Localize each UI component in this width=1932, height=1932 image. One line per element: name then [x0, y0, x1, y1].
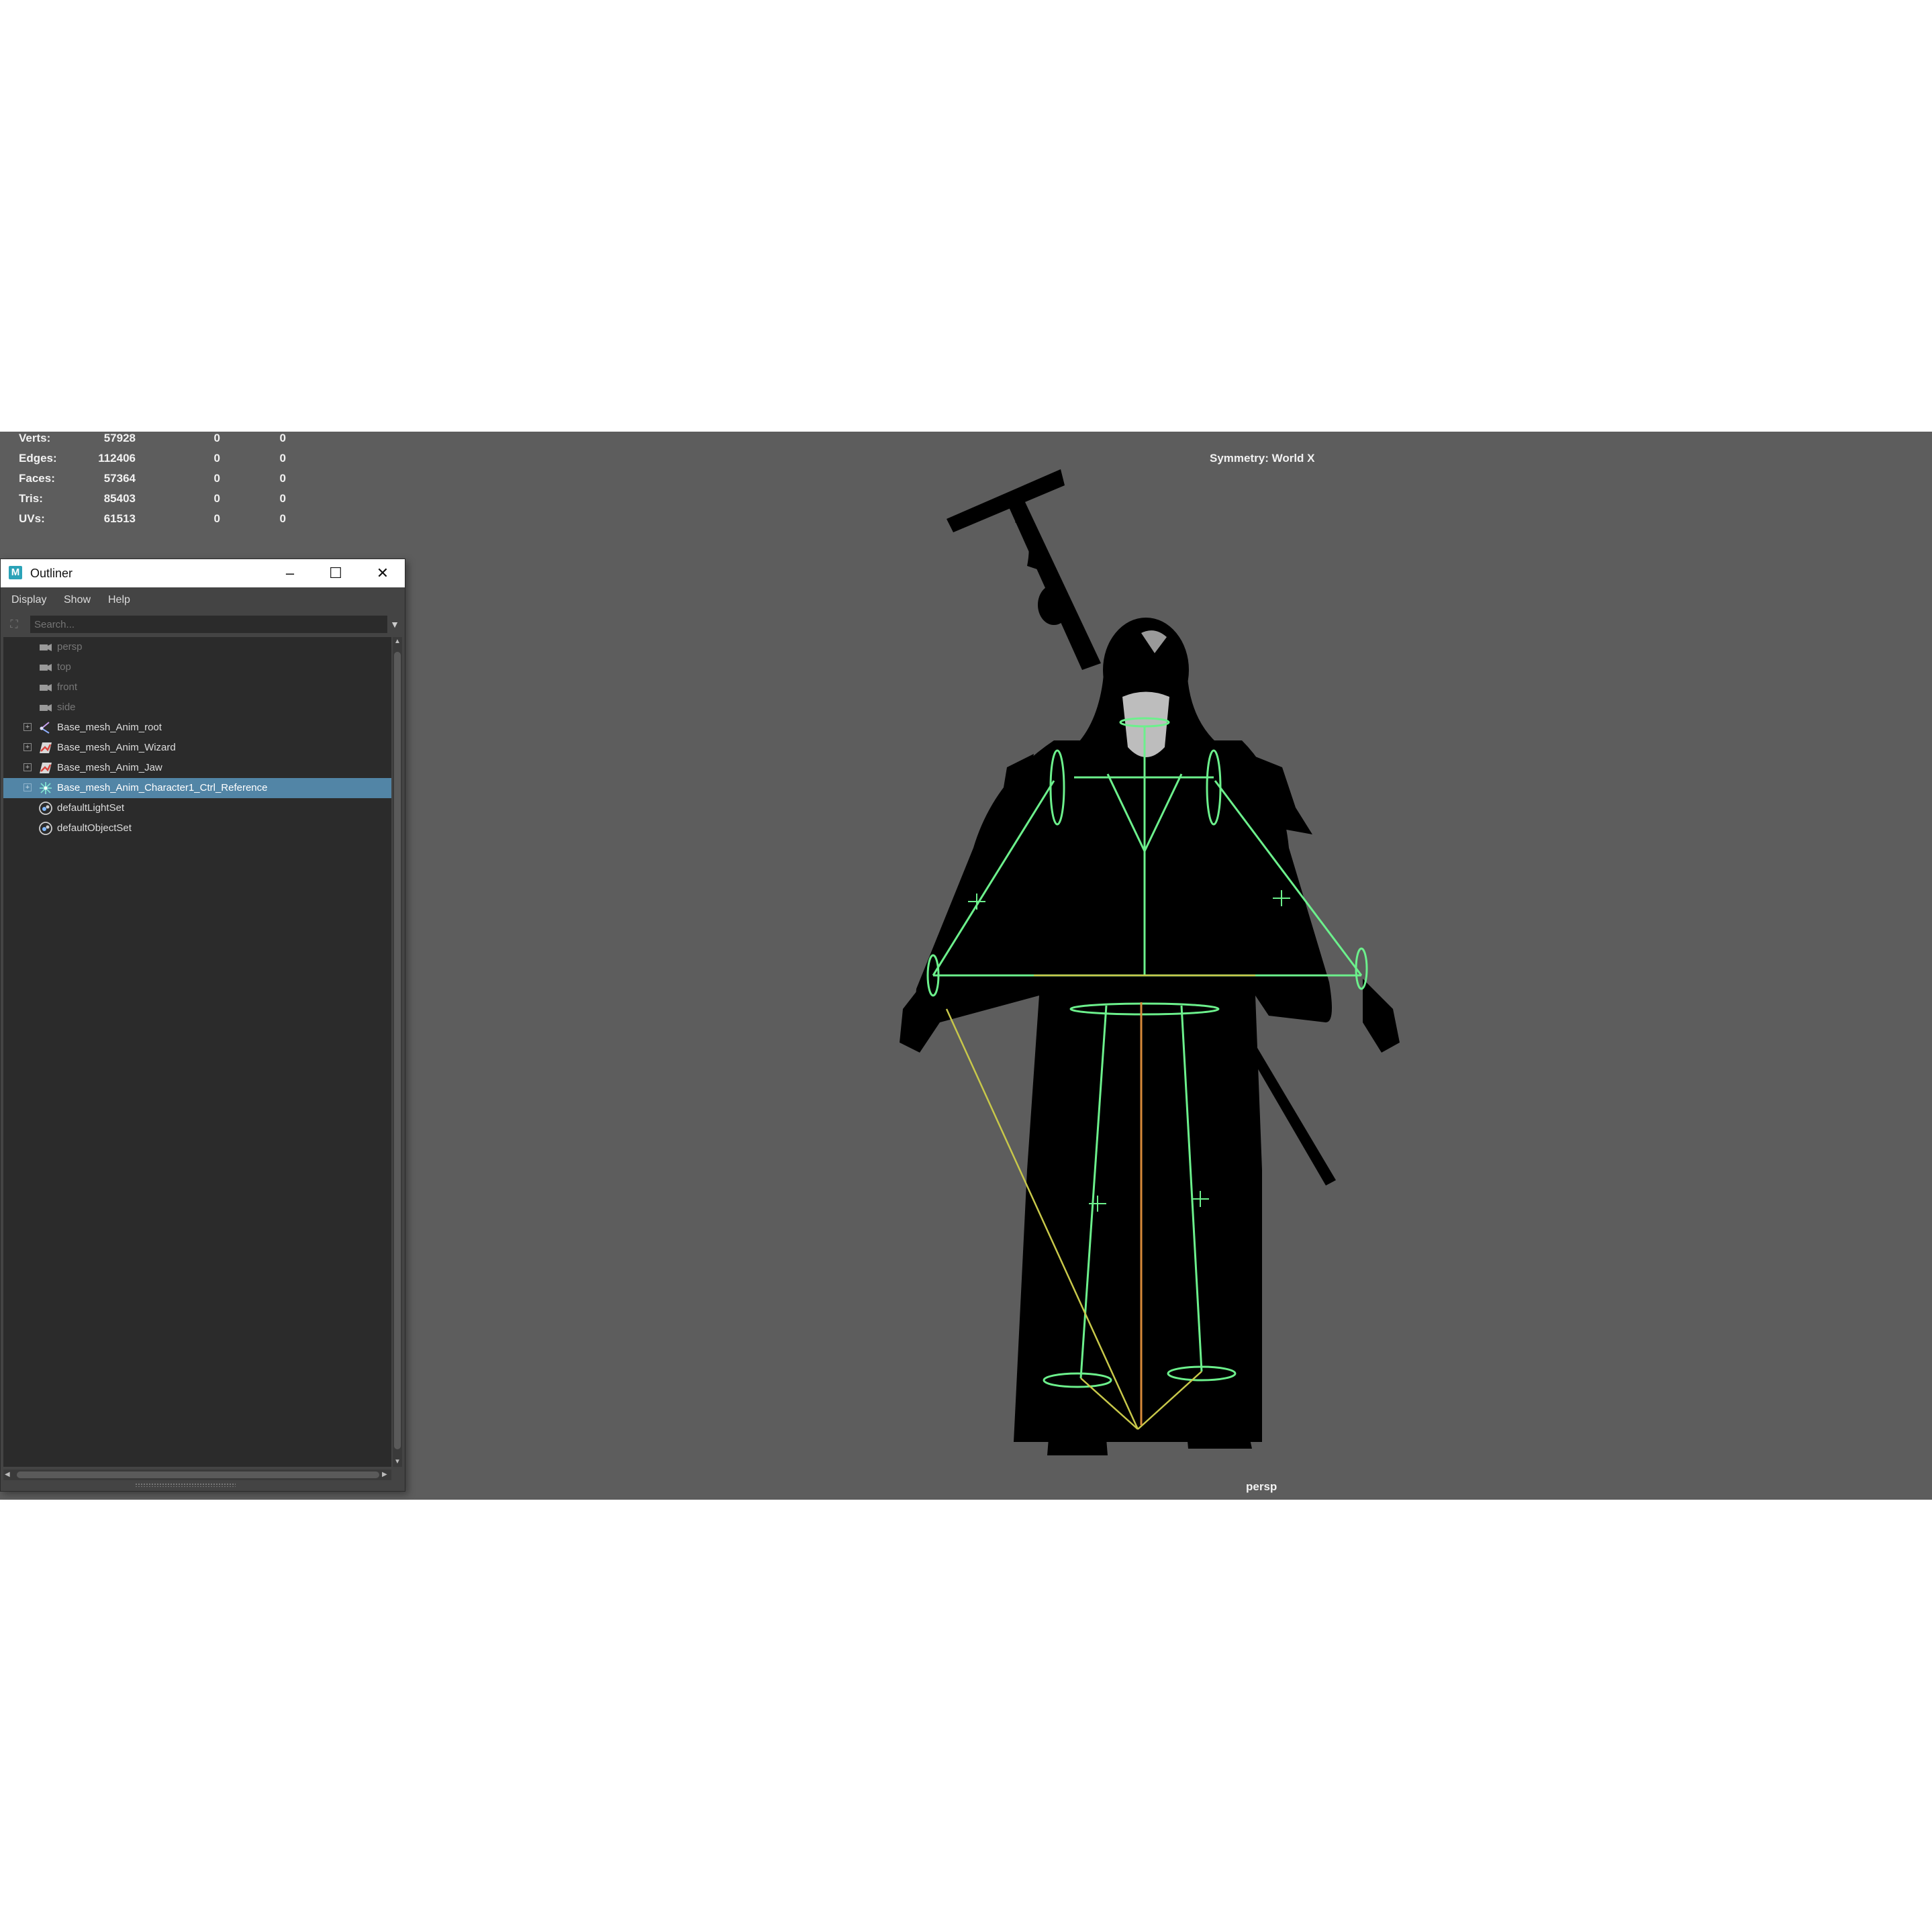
hud-value: 0 [213, 512, 220, 525]
search-row: ⛶ ▼ [1, 614, 405, 634]
tree-item-default-light-set[interactable]: defaultLightSet [3, 798, 391, 818]
camera-icon [40, 664, 52, 671]
tree-item-label: defaultLightSet [57, 802, 125, 814]
tree-item-label: front [57, 681, 78, 693]
hud-value: 0 [279, 472, 286, 485]
close-button[interactable]: ✕ [359, 559, 406, 587]
hud-label: UVs: [19, 512, 45, 525]
horizontal-scrollbar[interactable]: ◀ ▶ [3, 1469, 391, 1480]
hud-value: 0 [213, 472, 220, 485]
expand-toggle[interactable]: + [23, 783, 32, 791]
expand-toggle[interactable]: + [23, 743, 32, 751]
hud-value: 0 [279, 492, 286, 505]
hud-value: 0 [279, 452, 286, 465]
scroll-right-arrow-icon[interactable]: ▶ [382, 1469, 391, 1480]
hud-value: 61513 [103, 512, 136, 525]
expand-toggle[interactable]: + [23, 763, 32, 771]
tree-item-persp[interactable]: persp [3, 637, 391, 657]
hud-value: 0 [213, 432, 220, 444]
outliner-window[interactable]: M Outliner – ☐ ✕ Display Show Help ⛶ ▼ p… [0, 559, 405, 1492]
symmetry-label: Symmetry: World X [1210, 452, 1315, 465]
tree-item-label: Base_mesh_Anim_root [57, 722, 162, 733]
maximize-button[interactable]: ☐ [312, 559, 359, 587]
menu-help[interactable]: Help [108, 594, 130, 606]
set-icon [39, 822, 52, 835]
tree-item-label: side [57, 702, 76, 713]
hik-reference-icon [40, 782, 52, 794]
tree-item-top[interactable]: top [3, 657, 391, 677]
tree-item-front[interactable]: front [3, 677, 391, 697]
tree-item-side[interactable]: side [3, 697, 391, 718]
hud-value: 0 [279, 512, 286, 525]
scroll-down-arrow-icon[interactable]: ▼ [393, 1457, 402, 1467]
tree-item-label: defaultObjectSet [57, 822, 132, 834]
maya-logo-icon: M [9, 566, 22, 579]
mesh-icon [40, 742, 52, 753]
expand-toggle[interactable]: + [23, 723, 32, 731]
tree-item-label: Base_mesh_Anim_Character1_Ctrl_Reference [57, 782, 268, 793]
hud-value: 112406 [98, 452, 136, 465]
hud-edges-row: Edges: 112406 0 0 [19, 452, 301, 472]
scroll-left-arrow-icon[interactable]: ◀ [5, 1469, 14, 1480]
mesh-icon [40, 763, 52, 773]
hud-label: Tris: [19, 492, 43, 505]
camera-icon [40, 704, 52, 712]
hud-verts-row: Verts: 57928 0 0 [19, 432, 301, 452]
filter-icon[interactable]: ⛶ [7, 618, 21, 632]
resize-grip-icon[interactable] [135, 1483, 236, 1487]
camera-name-label: persp [1246, 1480, 1277, 1493]
hud-label: Verts: [19, 432, 51, 444]
hud-label: Faces: [19, 472, 55, 485]
hud-value: 57364 [103, 472, 136, 485]
menu-show[interactable]: Show [64, 594, 91, 606]
search-input[interactable] [30, 616, 387, 633]
menu-display[interactable]: Display [11, 594, 46, 606]
hud-faces-row: Faces: 57364 0 0 [19, 472, 301, 492]
vertical-scrollbar[interactable]: ▲ ▼ [393, 637, 402, 1467]
horizontal-scroll-thumb[interactable] [17, 1471, 379, 1478]
hud-uvs-row: UVs: 61513 0 0 [19, 512, 301, 532]
set-icon [39, 802, 52, 815]
tree-item-label: top [57, 661, 71, 673]
vertical-scroll-thumb[interactable] [394, 652, 401, 1449]
window-title: Outliner [30, 567, 73, 580]
hud-value: 85403 [103, 492, 136, 505]
hud-value: 0 [279, 432, 286, 444]
outliner-tree[interactable]: persp top front side + Base_mesh_Anim_ro… [3, 637, 391, 1467]
minimize-button[interactable]: – [267, 559, 313, 587]
tree-item-label: Base_mesh_Anim_Wizard [57, 742, 176, 753]
outliner-menubar: Display Show Help [1, 587, 405, 612]
hud-tris-row: Tris: 85403 0 0 [19, 492, 301, 512]
tree-item-anim-wizard[interactable]: + Base_mesh_Anim_Wizard [3, 738, 391, 758]
tree-item-anim-jaw[interactable]: + Base_mesh_Anim_Jaw [3, 758, 391, 778]
hud-label: Edges: [19, 452, 57, 465]
hud-value: 57928 [103, 432, 136, 444]
camera-icon [40, 644, 52, 651]
search-options-dropdown[interactable]: ▼ [389, 616, 401, 633]
tree-item-anim-root[interactable]: + Base_mesh_Anim_root [3, 718, 391, 738]
scroll-up-arrow-icon[interactable]: ▲ [393, 637, 402, 646]
joint-icon [40, 722, 50, 734]
hud-value: 0 [213, 492, 220, 505]
tree-item-label: persp [57, 641, 83, 653]
outliner-titlebar[interactable]: M Outliner – ☐ ✕ [1, 559, 405, 587]
tree-item-default-object-set[interactable]: defaultObjectSet [3, 818, 391, 838]
hud-value: 0 [213, 452, 220, 465]
tree-item-character-ctrl-reference[interactable]: + Base_mesh_Anim_Character1_Ctrl_Referen… [3, 778, 391, 798]
camera-icon [40, 684, 52, 691]
tree-item-label: Base_mesh_Anim_Jaw [57, 762, 162, 773]
